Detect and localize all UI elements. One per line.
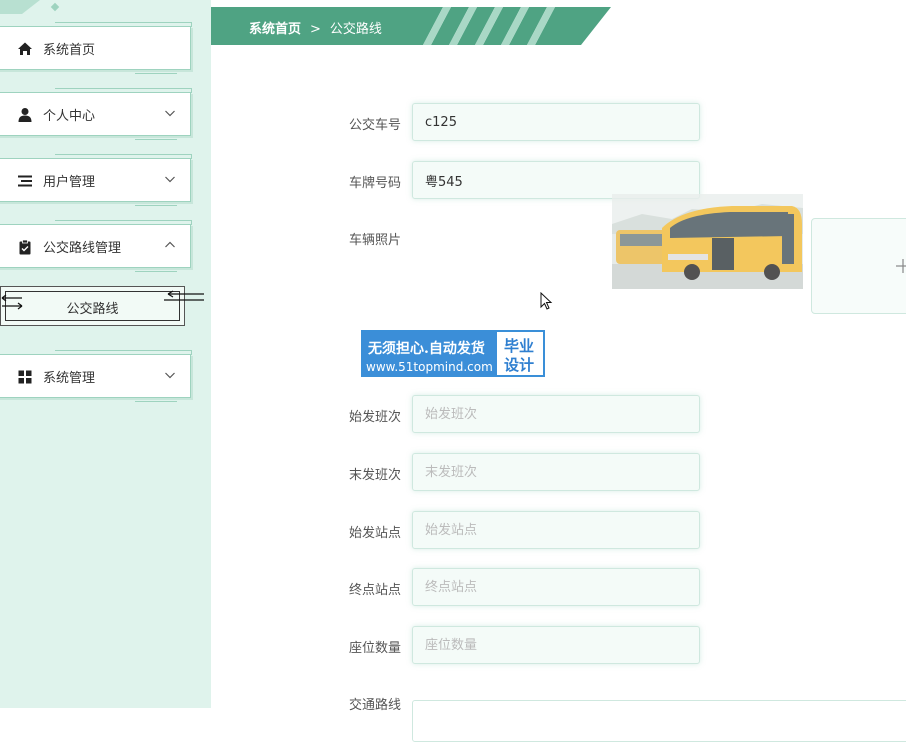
last-trip-input[interactable] bbox=[412, 453, 700, 491]
double-arrow-icon bbox=[164, 290, 204, 301]
grid-icon bbox=[18, 370, 32, 384]
sidebar-item-user-management[interactable]: 用户管理 bbox=[0, 154, 192, 206]
item-decoration bbox=[135, 70, 177, 74]
sidebar-item-bus-route-management[interactable]: 公交路线管理 bbox=[0, 220, 192, 272]
watermark-left: 无须担心.自动发货 www.51topmind.com bbox=[363, 332, 497, 375]
start-station-input[interactable] bbox=[412, 511, 700, 549]
item-decoration bbox=[135, 202, 177, 206]
chevron-down-icon[interactable] bbox=[164, 173, 176, 185]
vehicle-photo-label: 车辆照片 bbox=[349, 233, 402, 248]
sidebar-item-label: 用户管理 bbox=[43, 175, 96, 190]
bus-number-label: 公交车号 bbox=[349, 118, 402, 133]
sidebar-item-label: 系统首页 bbox=[43, 43, 96, 58]
first-trip-input[interactable] bbox=[412, 395, 700, 433]
plate-number-label: 车牌号码 bbox=[349, 176, 402, 191]
chevron-down-icon[interactable] bbox=[164, 107, 176, 119]
breadcrumb: 系统首页 > 公交路线 bbox=[211, 7, 611, 45]
sidebar-subitem-bus-route[interactable]: 公交路线 bbox=[0, 286, 185, 326]
item-decoration bbox=[55, 88, 192, 93]
sidebar-item-home[interactable]: 系统首页 bbox=[0, 22, 192, 74]
item-decoration bbox=[135, 136, 177, 140]
watermark-slogan: 无须担心.自动发货 bbox=[368, 341, 485, 357]
sidebar-item-personal-center[interactable]: 个人中心 bbox=[0, 88, 192, 140]
sidebar-item-label: 系统管理 bbox=[43, 371, 96, 386]
watermark-text: 设计 bbox=[504, 356, 535, 374]
mouse-cursor-icon bbox=[540, 292, 553, 310]
home-icon bbox=[18, 42, 32, 55]
bus-number-input[interactable] bbox=[412, 103, 700, 141]
user-icon bbox=[18, 108, 32, 122]
breadcrumb-home-link[interactable]: 系统首页 bbox=[249, 22, 301, 37]
seat-count-input[interactable] bbox=[412, 626, 700, 664]
item-decoration bbox=[135, 398, 177, 402]
breadcrumb-current: 公交路线 bbox=[329, 22, 382, 37]
watermark-right: 毕业 设计 bbox=[497, 332, 543, 375]
sidebar: 系统首页 个人中心 用户管理 公交路线管理 公交路线 系统管理 bbox=[0, 0, 211, 708]
list-icon bbox=[18, 175, 32, 187]
end-station-label: 终点站点 bbox=[349, 583, 402, 598]
photo-upload-button[interactable] bbox=[811, 218, 906, 314]
seat-count-label: 座位数量 bbox=[349, 641, 402, 656]
sidebar-item-system-management[interactable]: 系统管理 bbox=[0, 350, 192, 402]
clipboard-icon bbox=[19, 239, 31, 255]
item-decoration bbox=[55, 350, 192, 355]
item-decoration bbox=[55, 154, 192, 159]
watermark-text: 毕业 bbox=[504, 337, 535, 355]
last-trip-label: 末发班次 bbox=[349, 468, 402, 483]
watermark-badge: 无须担心.自动发货 www.51topmind.com 毕业 设计 bbox=[361, 330, 545, 377]
route-editor[interactable] bbox=[412, 700, 906, 742]
end-station-input[interactable] bbox=[412, 568, 700, 606]
watermark-url: www.51topmind.com bbox=[366, 360, 493, 374]
sidebar-subitem-label: 公交路线 bbox=[66, 302, 119, 317]
corner-decoration bbox=[0, 0, 60, 14]
breadcrumb-separator: > bbox=[310, 22, 321, 37]
item-decoration bbox=[135, 268, 177, 272]
chevron-up-icon[interactable] bbox=[164, 239, 176, 251]
double-arrow-icon bbox=[1, 294, 23, 310]
sidebar-item-label: 公交路线管理 bbox=[43, 241, 122, 256]
vehicle-photo-image bbox=[612, 194, 803, 289]
item-decoration bbox=[55, 220, 192, 225]
first-trip-label: 始发班次 bbox=[349, 410, 402, 425]
item-decoration bbox=[55, 22, 192, 27]
start-station-label: 始发站点 bbox=[349, 526, 402, 541]
sidebar-item-label: 个人中心 bbox=[43, 109, 96, 124]
chevron-down-icon[interactable] bbox=[164, 369, 176, 381]
route-label: 交通路线 bbox=[349, 698, 402, 713]
plus-icon bbox=[896, 259, 906, 273]
